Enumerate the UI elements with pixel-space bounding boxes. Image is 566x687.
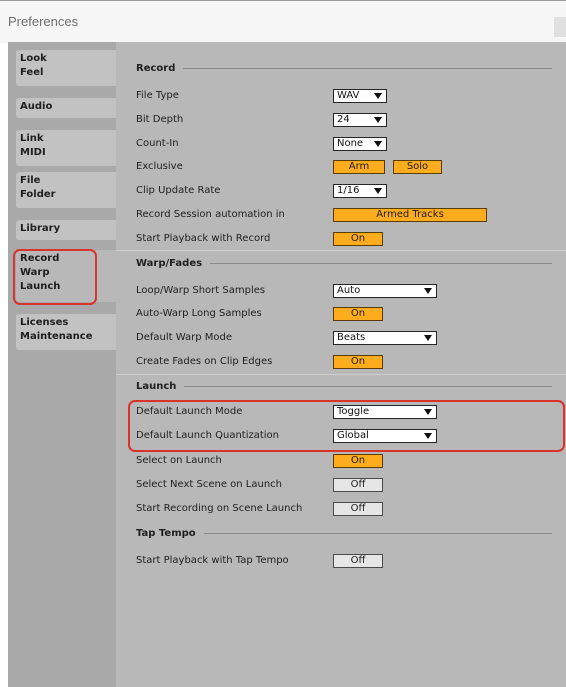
start-recording-scene-toggle[interactable]: Off xyxy=(333,502,383,516)
section-record-title: Record xyxy=(136,62,176,74)
file-type-select[interactable]: WAV xyxy=(333,89,387,103)
auto-warp-long-label: Auto-Warp Long Samples xyxy=(136,308,262,319)
section-warp-title: Warp/Fades xyxy=(136,257,203,269)
start-playback-tap-toggle[interactable]: Off xyxy=(333,554,383,568)
default-launch-mode-select[interactable]: Toggle xyxy=(333,405,437,419)
section-tap-tempo-title: Tap Tempo xyxy=(136,527,196,539)
select-next-scene-toggle[interactable]: Off xyxy=(333,478,383,492)
select-next-scene-label: Select Next Scene on Launch xyxy=(136,479,283,490)
file-type-label: File Type xyxy=(136,90,179,101)
section-separator xyxy=(116,374,566,375)
chevron-down-icon xyxy=(424,288,432,294)
loop-warp-short-label: Loop/Warp Short Samples xyxy=(136,285,266,296)
create-fades-label: Create Fades on Clip Edges xyxy=(136,356,273,367)
start-playback-record-label: Start Playback with Record xyxy=(136,233,271,244)
select-on-launch-toggle[interactable]: On xyxy=(333,454,383,468)
bit-depth-label: Bit Depth xyxy=(136,114,184,125)
section-separator xyxy=(116,250,566,251)
chevron-down-icon xyxy=(424,433,432,439)
tab-record-warp-launch[interactable]: Record Warp Launch xyxy=(16,250,124,302)
chevron-down-icon xyxy=(374,141,382,147)
start-playback-tap-label: Start Playback with Tap Tempo xyxy=(136,555,289,566)
count-in-select[interactable]: None xyxy=(333,137,387,151)
default-launch-quantization-label: Default Launch Quantization xyxy=(136,430,280,441)
preferences-content: Record File Type WAV Bit Depth 24 Count-… xyxy=(116,42,566,687)
start-playback-record-toggle[interactable]: On xyxy=(333,232,383,246)
chevron-down-icon xyxy=(374,188,382,194)
window-title: Preferences xyxy=(8,14,79,29)
default-launch-mode-label: Default Launch Mode xyxy=(136,406,243,417)
titlebar-divider xyxy=(110,0,230,1)
section-record-header: Record xyxy=(136,60,552,76)
select-on-launch-label: Select on Launch xyxy=(136,455,222,466)
chevron-down-icon xyxy=(424,335,432,341)
tab-look-feel[interactable]: Look Feel xyxy=(16,50,116,86)
exclusive-label: Exclusive xyxy=(136,161,183,172)
default-warp-mode-label: Default Warp Mode xyxy=(136,332,232,343)
start-recording-scene-label: Start Recording on Scene Launch xyxy=(136,503,303,514)
window-control[interactable] xyxy=(554,17,566,37)
chevron-down-icon xyxy=(374,93,382,99)
exclusive-arm-toggle[interactable]: Arm xyxy=(333,160,385,174)
section-warp-header: Warp/Fades xyxy=(136,255,552,271)
window-titlebar: Preferences xyxy=(0,0,566,43)
preferences-sidebar: Look Feel Audio Link MIDI File Folder Li… xyxy=(8,42,124,687)
clip-update-rate-label: Clip Update Rate xyxy=(136,185,221,196)
session-automation-select[interactable]: Armed Tracks xyxy=(333,208,487,222)
chevron-down-icon xyxy=(374,117,382,123)
clip-update-rate-select[interactable]: 1/16 xyxy=(333,184,387,198)
section-launch-header: Launch xyxy=(136,378,552,394)
default-warp-mode-select[interactable]: Beats xyxy=(333,331,437,345)
count-in-label: Count-In xyxy=(136,138,179,149)
bit-depth-select[interactable]: 24 xyxy=(333,113,387,127)
section-launch-title: Launch xyxy=(136,380,177,392)
tab-licenses-maintenance[interactable]: Licenses Maintenance xyxy=(16,314,116,350)
chevron-down-icon xyxy=(424,409,432,415)
default-launch-quantization-select[interactable]: Global xyxy=(333,429,437,443)
tab-link-midi[interactable]: Link MIDI xyxy=(16,130,116,166)
tab-library[interactable]: Library xyxy=(16,220,116,240)
auto-warp-long-toggle[interactable]: On xyxy=(333,307,383,321)
session-automation-label: Record Session automation in xyxy=(136,209,285,220)
tab-file-folder[interactable]: File Folder xyxy=(16,172,116,208)
exclusive-solo-toggle[interactable]: Solo xyxy=(393,160,442,174)
section-tap-tempo-header: Tap Tempo xyxy=(136,525,552,541)
create-fades-toggle[interactable]: On xyxy=(333,355,383,369)
loop-warp-short-select[interactable]: Auto xyxy=(333,284,437,298)
tab-audio[interactable]: Audio xyxy=(16,98,116,118)
